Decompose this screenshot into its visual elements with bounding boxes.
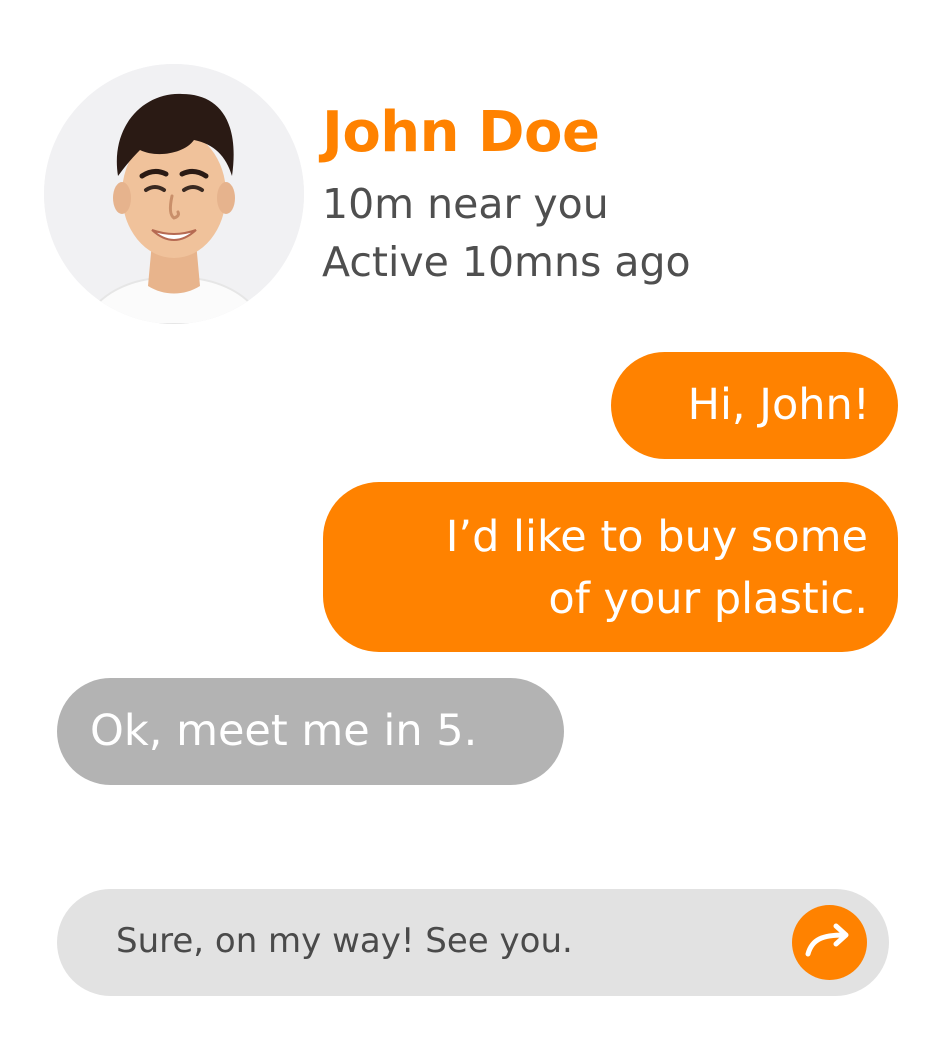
avatar-photo	[44, 64, 304, 324]
profile-avatar[interactable]	[44, 64, 304, 324]
message-text: of your plastic.	[548, 574, 868, 624]
message-text: Hi, John!	[687, 380, 870, 430]
outgoing-message-bubble[interactable]: I’d like to buy some of your plastic.	[323, 482, 898, 652]
profile-name: John Doe	[322, 100, 600, 165]
message-input[interactable]: Sure, on my way! See you.	[116, 919, 573, 963]
send-arrow-icon	[805, 923, 849, 957]
outgoing-message-bubble[interactable]: Hi, John!	[611, 352, 898, 459]
message-text: I’d like to buy some	[445, 512, 868, 562]
profile-distance: 10m near you	[322, 180, 609, 228]
send-button[interactable]	[792, 905, 867, 980]
message-composer[interactable]: Sure, on my way! See you.	[57, 889, 889, 996]
profile-active-status: Active 10mns ago	[322, 238, 691, 286]
message-text: Ok, meet me in 5.	[90, 706, 478, 756]
incoming-message-bubble[interactable]: Ok, meet me in 5.	[57, 678, 564, 785]
